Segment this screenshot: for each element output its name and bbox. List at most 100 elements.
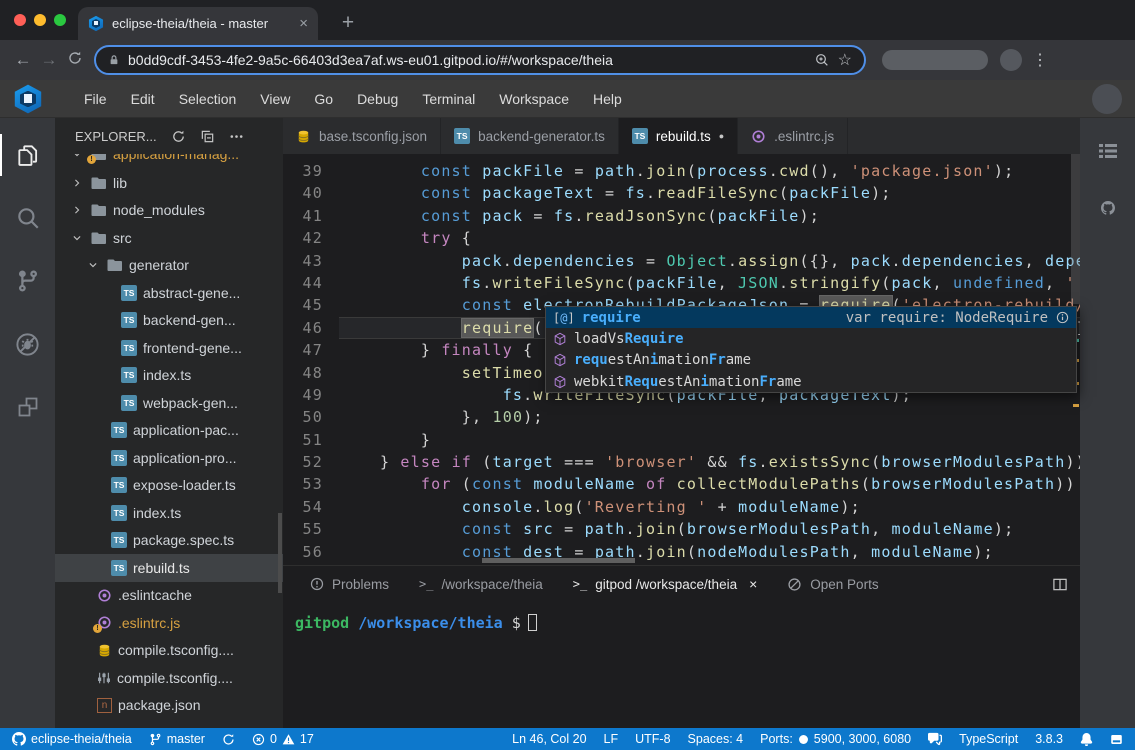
- suggestion-loadvsrequire[interactable]: loadVsRequire: [546, 328, 1076, 349]
- line-number[interactable]: 46: [283, 317, 323, 339]
- menu-view[interactable]: View: [248, 91, 302, 107]
- line-number[interactable]: 43: [283, 250, 323, 272]
- activity-source-control[interactable]: [0, 266, 55, 296]
- status-problems-summary[interactable]: 017: [252, 732, 314, 746]
- line-number[interactable]: 42: [283, 227, 323, 249]
- tree-item-package.json[interactable]: npackage.json: [55, 692, 283, 720]
- menu-file[interactable]: File: [72, 91, 119, 107]
- menu-selection[interactable]: Selection: [167, 91, 249, 107]
- status-feedback[interactable]: [928, 732, 942, 746]
- tree-item-lib[interactable]: lib: [55, 169, 283, 197]
- terminal-output[interactable]: gitpod /workspace/theia $: [283, 602, 1080, 632]
- activity-debug[interactable]: [0, 329, 55, 359]
- close-window-button[interactable]: [14, 14, 26, 26]
- editor-tab-.eslintrc.js[interactable]: .eslintrc.js: [738, 118, 848, 154]
- line-number[interactable]: 45: [283, 294, 323, 316]
- tree-item-package.spec.ts[interactable]: TSpackage.spec.ts: [55, 527, 283, 555]
- rightbar-github-panel[interactable]: [1101, 201, 1115, 220]
- suggestion-webkitrequestanimationframe[interactable]: webkitRequestAnimationFrame: [546, 371, 1076, 392]
- code-line-43[interactable]: pack.dependencies = Object.assign({}, pa…: [339, 250, 1080, 272]
- tree-item-src[interactable]: src: [55, 224, 283, 252]
- editor-vertical-scrollbar[interactable]: [1071, 154, 1080, 304]
- suggestion-requestanimationframe[interactable]: requestAnimationFrame: [546, 350, 1076, 371]
- code-line-40[interactable]: const packageText = fs.readFileSync(pack…: [339, 182, 1080, 204]
- menu-edit[interactable]: Edit: [119, 91, 167, 107]
- minimize-window-button[interactable]: [34, 14, 46, 26]
- line-number[interactable]: 47: [283, 339, 323, 361]
- line-number[interactable]: 49: [283, 384, 323, 406]
- code-line-55[interactable]: const src = path.join(browserModulesPath…: [339, 518, 1080, 540]
- tree-item-index.ts[interactable]: TSindex.ts: [55, 499, 283, 527]
- collapse-all-icon[interactable]: [200, 129, 215, 144]
- panel-tab--workspace-theia[interactable]: >_/workspace/theia: [404, 566, 558, 602]
- chevron-right-icon[interactable]: [69, 178, 85, 188]
- zoom-window-button[interactable]: [54, 14, 66, 26]
- line-number[interactable]: 39: [283, 160, 323, 182]
- line-number[interactable]: 56: [283, 541, 323, 563]
- editor-tab-base.tsconfig.json[interactable]: base.tsconfig.json: [283, 118, 441, 154]
- editor-tab-backend-generator.ts[interactable]: TSbackend-generator.ts: [441, 118, 619, 154]
- code-line-39[interactable]: const packFile = path.join(process.cwd()…: [339, 160, 1080, 182]
- line-number[interactable]: 54: [283, 496, 323, 518]
- chevron-down-icon[interactable]: [85, 260, 101, 270]
- line-number[interactable]: 52: [283, 451, 323, 473]
- new-tab-button[interactable]: +: [334, 9, 362, 37]
- menu-go[interactable]: Go: [302, 91, 345, 107]
- code-line-50[interactable]: }, 100);: [339, 406, 1080, 428]
- status-ports[interactable]: Ports: 5900, 3000, 6080: [760, 732, 911, 746]
- chevron-right-icon[interactable]: [69, 205, 85, 215]
- editor-tab-rebuild.ts[interactable]: TSrebuild.ts●: [619, 118, 738, 154]
- line-number[interactable]: 55: [283, 518, 323, 540]
- line-number[interactable]: 44: [283, 272, 323, 294]
- user-avatar[interactable]: [1092, 84, 1122, 114]
- panel-tab-open-ports[interactable]: Open Ports: [772, 566, 893, 602]
- tree-item-application-pac...[interactable]: TSapplication-pac...: [55, 417, 283, 445]
- panel-tab-gitpod-workspace-theia[interactable]: >_gitpod /workspace/theia×: [558, 566, 772, 602]
- refresh-icon[interactable]: [171, 129, 186, 144]
- url-text[interactable]: b0dd9cdf-3453-4fe2-9a5c-66403d3ea7af.ws-…: [128, 52, 806, 68]
- status-indentation[interactable]: Spaces: 4: [688, 732, 744, 746]
- tree-item-abstract-gene...[interactable]: TSabstract-gene...: [55, 279, 283, 307]
- tree-item-webpack-gen...[interactable]: TSwebpack-gen...: [55, 389, 283, 417]
- menu-debug[interactable]: Debug: [345, 91, 410, 107]
- reload-icon[interactable]: [62, 50, 88, 71]
- suggestion-require[interactable]: [@]requirevar require: NodeRequire: [546, 307, 1076, 328]
- status-panel-toggle[interactable]: [1110, 733, 1123, 746]
- tree-item-index.ts[interactable]: TSindex.ts: [55, 362, 283, 390]
- activity-search[interactable]: [0, 203, 55, 233]
- status-sync[interactable]: [222, 733, 235, 746]
- browser-menu-icon[interactable]: ⋮: [1032, 50, 1048, 70]
- status-language-mode[interactable]: TypeScript: [959, 732, 1018, 746]
- rightbar-outline[interactable]: [1095, 140, 1121, 169]
- close-tab-icon[interactable]: ×: [749, 576, 757, 592]
- tree-item-application-manag...[interactable]: !application-manag...: [55, 154, 283, 168]
- sidebar-scrollbar[interactable]: [278, 513, 282, 593]
- status-cursor-position[interactable]: Ln 46, Col 20: [512, 732, 586, 746]
- address-bar[interactable]: b0dd9cdf-3453-4fe2-9a5c-66403d3ea7af.ws-…: [94, 45, 866, 75]
- tree-item-rebuild.ts[interactable]: TSrebuild.ts: [55, 554, 283, 582]
- line-number[interactable]: 51: [283, 429, 323, 451]
- line-number[interactable]: 40: [283, 182, 323, 204]
- code-line-44[interactable]: fs.writeFileSync(packFile, JSON.stringif…: [339, 272, 1080, 294]
- status-ts-version[interactable]: 3.8.3: [1035, 732, 1063, 746]
- tree-item-compile.tsconfig....[interactable]: compile.tsconfig....: [55, 637, 283, 665]
- code-line-42[interactable]: try {: [339, 227, 1080, 249]
- back-icon[interactable]: ←: [10, 50, 36, 70]
- code-line-52[interactable]: } else if (target === 'browser' && fs.ex…: [339, 451, 1080, 473]
- more-actions-icon[interactable]: [229, 129, 244, 144]
- code-line-41[interactable]: const pack = fs.readJsonSync(packFile);: [339, 205, 1080, 227]
- status-eol[interactable]: LF: [604, 732, 619, 746]
- status-branch[interactable]: master: [149, 732, 205, 746]
- modified-dot-icon[interactable]: ●: [719, 131, 724, 141]
- forward-icon[interactable]: →: [36, 50, 62, 70]
- line-number[interactable]: 48: [283, 362, 323, 384]
- editor-horizontal-scrollbar[interactable]: [482, 558, 635, 563]
- browser-tab[interactable]: eclipse-theia/theia - master ×: [78, 7, 318, 40]
- tree-item-.eslintcache[interactable]: .eslintcache: [55, 582, 283, 610]
- tree-item-application-pro...[interactable]: TSapplication-pro...: [55, 444, 283, 472]
- tree-item-.eslintrc.js[interactable]: !.eslintrc.js: [55, 609, 283, 637]
- bookmark-star-icon[interactable]: ☆: [838, 50, 852, 70]
- code-line-54[interactable]: console.log('Reverting ' + moduleName);: [339, 496, 1080, 518]
- code-line-53[interactable]: for (const moduleName of collectModulePa…: [339, 473, 1080, 495]
- code-line-56[interactable]: const dest = path.join(nodeModulesPath, …: [339, 541, 1080, 563]
